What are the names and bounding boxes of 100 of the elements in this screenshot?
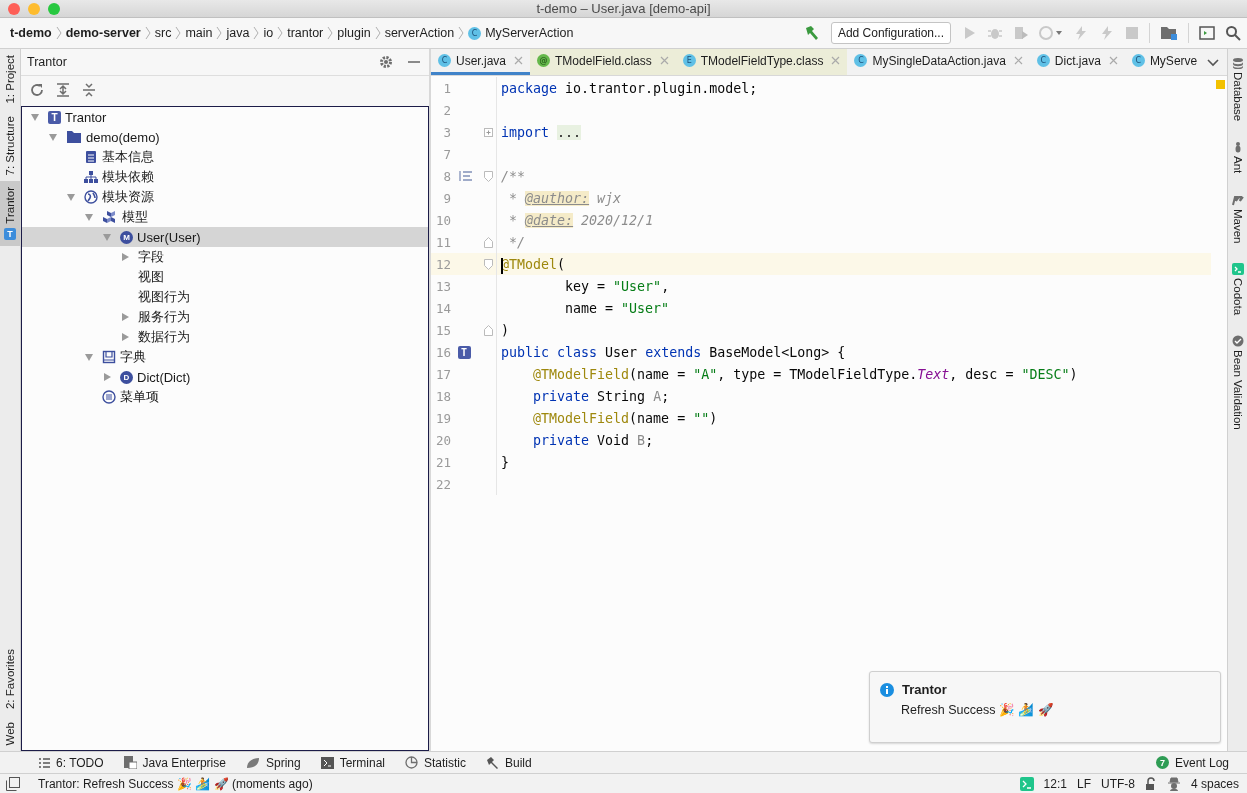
expanded-arrow-icon[interactable] [84,352,94,362]
tree-item[interactable]: 字典 [22,347,428,367]
indent-setting[interactable]: 4 spaces [1190,776,1239,791]
tool-window-tab[interactable]: 7: Structure [0,109,20,182]
expanded-arrow-icon[interactable] [30,112,40,122]
tool-window-tab[interactable]: Ant [1228,133,1247,186]
coverage-icon[interactable] [1013,25,1029,41]
tool-window-tab[interactable]: Web [0,715,20,751]
fold-plus-icon[interactable] [484,126,493,138]
lines-icon[interactable] [459,170,473,182]
event-log-button[interactable]: 7 Event Log [1147,755,1237,770]
tree-item[interactable]: 视图行为 [22,287,428,307]
trantor-icon: T [48,110,61,124]
refresh-icon[interactable] [29,82,45,98]
close-icon[interactable] [1013,56,1023,65]
breadcrumb[interactable]: plugin [337,26,371,40]
tool-window-button[interactable]: Spring [237,755,309,770]
close-icon[interactable] [831,56,841,65]
folder-icon[interactable] [1160,25,1178,41]
collapsed-arrow-icon[interactable] [120,252,130,262]
add-configuration-button[interactable]: Add Configuration... [830,22,951,44]
tool-window-button[interactable]: Statistic [397,755,474,770]
tree-item[interactable]: 菜单项 [22,387,428,407]
tool-window-tab[interactable]: Database [1228,49,1247,134]
tool-window-tab[interactable]: Bean Validation [1228,327,1247,442]
zoom-window-button[interactable] [48,2,60,15]
tool-window-button[interactable]: Terminal [312,755,393,770]
expanded-arrow-icon[interactable] [84,212,94,222]
window-icon[interactable] [1199,26,1215,40]
tree-item[interactable]: T Trantor [22,107,428,127]
tool-window-tab[interactable]: 2: Favorites [0,643,20,716]
tree-item[interactable]: D Dict(Dict) [22,367,428,387]
panel-toggle-icon[interactable] [6,776,20,791]
expand-all-icon[interactable] [55,82,71,98]
tool-window-button[interactable]: Java Enterprise [115,755,234,770]
fold-icon[interactable] [484,170,493,182]
tree-item[interactable]: 视图 [22,267,428,287]
tree-item[interactable]: demo(demo) [22,127,428,147]
tool-window-tab[interactable]: Maven [1228,185,1247,256]
chevron-icon [253,26,260,40]
editor-tab[interactable]: E TModelFieldType.class [675,49,848,75]
breadcrumb[interactable]: serverAction [384,26,455,40]
profile-icon[interactable] [1039,25,1063,41]
inspector-icon[interactable] [1166,776,1181,791]
breadcrumb[interactable]: java [226,26,250,40]
close-icon[interactable] [514,56,524,65]
tree-item[interactable]: 字段 [22,247,428,267]
tool-window-button[interactable]: Build [478,755,540,770]
collapsed-arrow-icon[interactable] [120,312,130,322]
tree-item[interactable]: 数据行为 [22,327,428,347]
breadcrumb[interactable]: t-demo [10,26,52,40]
breadcrumb[interactable]: demo-server [65,26,141,40]
tree-item[interactable]: 服务行为 [22,307,428,327]
search-icon[interactable] [1225,25,1241,41]
tool-window-tab[interactable]: Trantor T [0,181,20,246]
trantor-icon[interactable]: T [457,345,471,359]
expanded-arrow-icon[interactable] [66,192,76,202]
close-window-button[interactable] [8,2,20,15]
unlocked-icon[interactable] [1144,776,1157,791]
breadcrumb[interactable]: src [154,26,172,40]
settings-icon[interactable] [379,55,393,69]
expanded-arrow-icon[interactable] [48,132,58,142]
tree-item[interactable]: 模块依赖 [22,167,428,187]
collapsed-arrow-icon[interactable] [120,332,130,342]
line-number: 2 [442,102,451,118]
tree-item[interactable]: 基本信息 [22,147,428,167]
lightning-icon[interactable] [1099,25,1115,41]
chevron-down-icon[interactable] [1207,56,1219,68]
line-number: 1 [442,80,451,96]
expanded-arrow-icon[interactable] [102,232,112,242]
breadcrumb[interactable]: MyServerAction [485,26,574,40]
chevron-icon [374,26,381,40]
collapse-all-icon[interactable] [81,82,97,98]
fold-icon[interactable] [484,324,493,336]
collapsed-arrow-icon[interactable] [102,372,112,382]
tool-window-button[interactable]: 6: TODO [30,755,112,770]
editor-tab[interactable]: @ TModelField.class [530,49,676,75]
line-separator[interactable]: LF [1076,776,1091,791]
close-icon[interactable] [659,56,669,65]
tree-item[interactable]: 模型 [22,207,428,227]
stop-icon[interactable] [1125,26,1139,40]
editor-tab[interactable]: C MyServe [1124,49,1205,75]
editor-tab[interactable]: C Dict.java [1029,49,1125,75]
breadcrumb[interactable]: trantor [287,26,324,40]
editor-tab[interactable]: C MySingleDataAction.java [847,49,1030,75]
breadcrumb[interactable]: main [185,26,213,40]
code-line: @TModel( [501,256,566,272]
file-encoding[interactable]: UTF-8 [1100,776,1135,791]
tree-item[interactable]: M User(User) [22,227,428,247]
fold-icon[interactable] [484,236,493,248]
check-circle-icon [1231,335,1244,348]
tool-window-tab[interactable]: 1: Project [0,49,20,110]
close-icon[interactable] [1108,56,1118,65]
code-line: ) [501,322,509,338]
fold-icon[interactable] [484,258,493,270]
lightning-icon[interactable] [1073,25,1089,41]
tree-item[interactable]: 模块资源 [22,187,428,207]
breadcrumb[interactable]: io [263,26,274,40]
tool-window-tab[interactable]: Codota [1228,255,1247,328]
caret-position[interactable]: 12:1 [1043,776,1067,791]
